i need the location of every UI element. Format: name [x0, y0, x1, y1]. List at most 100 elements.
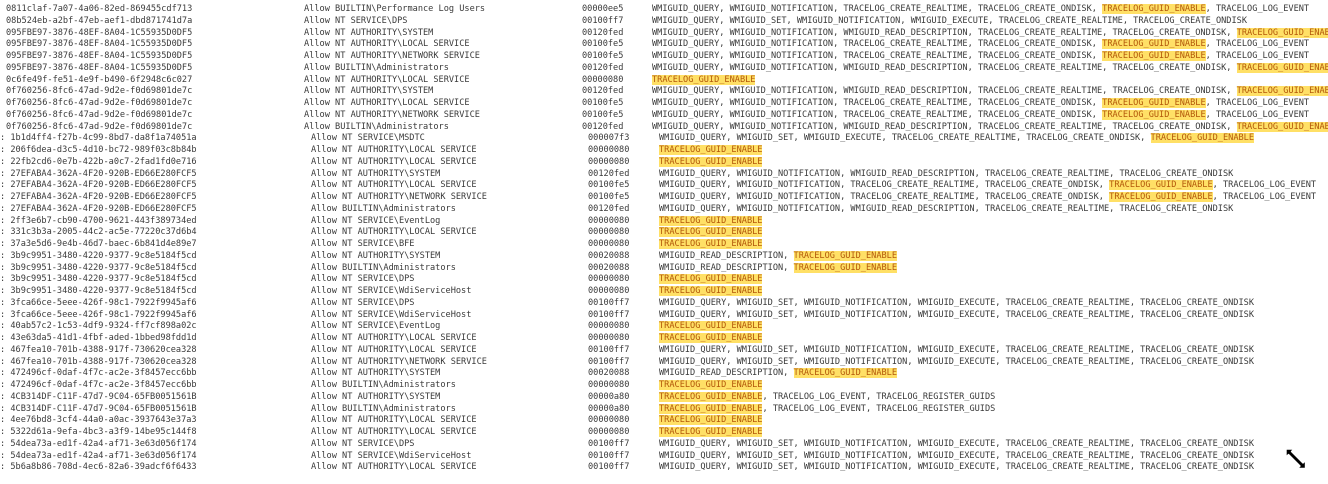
log-row[interactable]: : 472496cf-0daf-4f7c-ac2e-3f8457ecc6bb Al… [0, 367, 1328, 379]
log-row[interactable]: : 4CB314DF-C11F-47d7-9C04-65FB0051561B Al… [0, 391, 1328, 403]
search-highlight: TRACELOG_GUID_ENABLE [1102, 39, 1206, 50]
log-row[interactable]: : 27EFABA4-362A-4F20-920B-ED66E280FCF5 Al… [0, 191, 1328, 203]
log-row[interactable]: 0f760256-8fc6-47ad-9d2e-f0d69801de7c Allo… [0, 97, 1328, 109]
permissions-cell: WMIGUID_QUERY, WMIGUID_NOTIFICATION, WMI… [659, 168, 1234, 179]
permissions-cell: TRACELOG_GUID_ENABLE, TRACELOG_LOG_EVENT… [659, 391, 996, 402]
search-highlight: TRACELOG_GUID_ENABLE [659, 239, 763, 249]
access-mask-cell: 00100fe5 [582, 51, 624, 61]
guid-cell: 0f760256-8fc6-47ad-9d2e-f0d69801de7c [6, 98, 193, 108]
search-highlight: TRACELOG_GUID_ENABLE [652, 74, 756, 85]
guid-cell: : 2ff3e6b7-cb90-4700-9621-443f389734ed [0, 215, 197, 226]
log-row[interactable]: : 37a3e5d6-9e4b-46d7-baec-6b841d4e89e7 Al… [0, 238, 1328, 250]
account-cell: Allow NT SERVICE\DPS [304, 15, 408, 26]
log-row[interactable]: : 467fea10-701b-4388-917f-730620cea328 Al… [0, 356, 1328, 368]
log-row[interactable]: : 54dea73a-ed1f-42a4-af71-3e63d056f174 Al… [0, 438, 1328, 450]
log-row[interactable]: : 472496cf-0daf-4f7c-ac2e-3f8457ecc6bb Al… [0, 379, 1328, 391]
account-cell: Allow NT SERVICE\BFE [311, 239, 415, 249]
permissions-cell: TRACELOG_GUID_ENABLE [659, 215, 1328, 227]
guid-cell: : 472496cf-0daf-4f7c-ac2e-3f8457ecc6bb [0, 368, 197, 379]
guid-cell: : 3b9c9951-3480-4220-9377-9c8e5184f5cd [0, 250, 197, 261]
log-row[interactable]: 095FBE97-3876-48EF-8A04-1C55935D0DF5 Allo… [0, 38, 1328, 50]
log-row[interactable]: : 27EFABA4-362A-4F20-920B-ED66E280FCF5 Al… [0, 168, 1328, 180]
account-cell: Allow NT AUTHORITY\SYSTEM [311, 250, 441, 261]
permissions-cell: TRACELOG_GUID_ENABLE [659, 144, 1328, 156]
account-cell: Allow NT AUTHORITY\LOCAL SERVICE [311, 145, 477, 155]
log-row[interactable]: 0f760256-8fc6-47ad-9d2e-f0d69801de7c Allo… [0, 85, 1328, 97]
log-row[interactable]: : 4CB314DF-C11F-47d7-9C04-65FB0051561B Al… [0, 403, 1328, 415]
access-mask-cell: 00100ff7 [588, 356, 630, 367]
guid-cell: : 3b9c9951-3480-4220-9377-9c8e5184f5cd [0, 286, 197, 296]
guid-cell: 0811claf-7a07-4a06-82ed-869455cdf713 [6, 4, 193, 14]
log-row[interactable]: : 5322d61a-9efa-4bc3-a3f9-14be95c144f8 Al… [0, 426, 1328, 438]
log-row[interactable]: : 43e63da5-41d1-4fbf-aded-1bbed98fdd1d Al… [0, 332, 1328, 344]
log-row[interactable]: : 27EFABA4-362A-4F20-920B-ED66E280FCF5 Al… [0, 179, 1328, 191]
log-row[interactable]: 0811claf-7a07-4a06-82ed-869455cdf713 Allo… [0, 3, 1328, 15]
access-mask-cell: 00020088 [588, 262, 630, 273]
log-row[interactable]: : 54dea73a-ed1f-42a4-af71-3e63d056f174 Al… [0, 450, 1328, 462]
permissions-cell: WMIGUID_QUERY, WMIGUID_NOTIFICATION, WMI… [652, 62, 1328, 74]
guid-cell: 0c6fe49f-fe51-4e9f-b490-6f2948c6c027 [6, 74, 193, 85]
access-mask-cell: 00100ff7 [588, 462, 630, 473]
access-mask-cell: 00120fed [582, 27, 624, 38]
log-row[interactable]: 08b524eb-a2bf-47eb-aef1-dbd871741d7a Allo… [0, 15, 1328, 27]
access-mask-cell: 00000080 [588, 215, 630, 226]
access-mask-cell: 00100ff7 [588, 450, 630, 461]
log-row[interactable]: : 40ab57c2-1c53-4df9-9324-ff7cf898a02c Al… [0, 320, 1328, 332]
permissions-cell: WMIGUID_QUERY, WMIGUID_SET, WMIGUID_NOTI… [659, 356, 1254, 367]
log-row[interactable]: 095FBE97-3876-48EF-8A04-1C55935D0DF5 Allo… [0, 50, 1328, 62]
log-row[interactable]: : 467fea10-701b-4388-917f-730620cea328 Al… [0, 344, 1328, 356]
access-mask-cell: 00100fe5 [588, 180, 630, 191]
account-cell: Allow NT AUTHORITY\SYSTEM [311, 391, 441, 402]
log-row[interactable]: 095FBE97-3876-48EF-8A04-1C55935D0DF5 Allo… [0, 27, 1328, 39]
guid-cell: 0f760256-8fc6-47ad-9d2e-f0d69801de7c [6, 109, 193, 120]
log-row[interactable]: : 2ff3e6b7-cb90-4700-9621-443f389734ed Al… [0, 215, 1328, 227]
search-highlight: TRACELOG_GUID_ENABLE [1102, 51, 1206, 61]
log-row[interactable]: 095FBE97-3876-48EF-8A04-1C55935D0DF5 Allo… [0, 62, 1328, 74]
permissions-cell: TRACELOG_GUID_ENABLE [652, 74, 1328, 86]
log-row[interactable]: : 206f6dea-d3c5-4d10-bc72-989f03c8b84b Al… [0, 144, 1328, 156]
account-cell: Allow BUILTIN\Administrators [304, 62, 449, 73]
access-mask-cell: 00000080 [588, 274, 630, 285]
security-log-text-view[interactable]: 0811claf-7a07-4a06-82ed-869455cdf713 Allo… [0, 0, 1328, 484]
account-cell: Allow NT AUTHORITY\LOCAL SERVICE [311, 180, 477, 191]
access-mask-cell: 00000ee5 [582, 4, 624, 14]
permissions-cell: TRACELOG_GUID_ENABLE [659, 379, 1328, 391]
log-row[interactable]: : 331c3b3a-2005-44c2-ac5e-77220c37d6b4 Al… [0, 226, 1328, 238]
access-mask-cell: 00100fe5 [582, 109, 624, 120]
account-cell: Allow NT AUTHORITY\LOCAL SERVICE [311, 227, 477, 238]
account-cell: Allow NT AUTHORITY\SYSTEM [311, 368, 441, 379]
permissions-cell: TRACELOG_GUID_ENABLE, TRACELOG_LOG_EVENT… [659, 403, 996, 414]
log-row[interactable]: : 3b9c9951-3480-4220-9377-9c8e5184f5cd Al… [0, 285, 1328, 297]
permissions-cell: WMIGUID_QUERY, WMIGUID_NOTIFICATION, TRA… [652, 109, 1310, 120]
log-row[interactable]: : 3b9c9951-3480-4220-9377-9c8e5184f5cd Al… [0, 262, 1328, 274]
account-cell: Allow NT SERVICE\WdiServiceHost [311, 309, 472, 320]
log-row[interactable]: : 5b6a8b86-708d-4ec6-82a6-39adcf6f6433 Al… [0, 461, 1328, 473]
access-mask-cell: 00120fed [582, 62, 624, 73]
permissions-cell: TRACELOG_GUID_ENABLE [659, 426, 1328, 438]
access-mask-cell: 00000080 [588, 286, 630, 296]
log-row[interactable]: 0f760256-8fc6-47ad-9d2e-f0d69801de7c Allo… [0, 109, 1328, 121]
guid-cell: : 54dea73a-ed1f-42a4-af71-3e63d056f174 [0, 438, 197, 449]
access-mask-cell: 00000a80 [588, 403, 630, 414]
access-mask-cell: 00000080 [588, 321, 630, 332]
log-row[interactable]: : 22fb2cd6-0e7b-422b-a0c7-2fad1fd0e716 Al… [0, 156, 1328, 168]
guid-cell: 095FBE97-3876-48EF-8A04-1C55935D0DF5 [6, 51, 193, 61]
log-row[interactable]: : 1b1d4ff4-f27b-4c99-8bd7-da8f1a74051a Al… [0, 132, 1328, 144]
permissions-cell: WMIGUID_QUERY, WMIGUID_NOTIFICATION, TRA… [652, 4, 1310, 14]
guid-cell: : 206f6dea-d3c5-4d10-bc72-989f03c8b84b [0, 145, 197, 155]
log-row[interactable]: 0c6fe49f-fe51-4e9f-b490-6f2948c6c027 Allo… [0, 74, 1328, 86]
log-row[interactable]: : 27EFABA4-362A-4F20-920B-ED66E280FCF5 Al… [0, 203, 1328, 215]
guid-cell: : 3b9c9951-3480-4220-9377-9c8e5184f5cd [0, 274, 197, 285]
guid-cell: : 4ee76bd8-3cf4-44a0-a0ac-3937643e37a3 [0, 415, 197, 426]
search-highlight: TRACELOG_GUID_ENABLE [659, 227, 763, 238]
account-cell: Allow NT AUTHORITY\LOCAL SERVICE [304, 74, 470, 85]
search-highlight: TRACELOG_GUID_ENABLE [659, 427, 763, 437]
guid-cell: : 27EFABA4-362A-4F20-920B-ED66E280FCF5 [0, 168, 197, 179]
log-row[interactable]: 0f760256-8fc6-47ad-9d2e-f0d69801de7c Allo… [0, 121, 1328, 133]
permissions-cell: WMIGUID_QUERY, WMIGUID_SET, WMIGUID_NOTI… [659, 344, 1254, 355]
log-row[interactable]: : 3fca66ce-5eee-426f-98c1-7922f9945af6 Al… [0, 297, 1328, 309]
log-row[interactable]: : 3fca66ce-5eee-426f-98c1-7922f9945af6 Al… [0, 309, 1328, 321]
log-row[interactable]: : 3b9c9951-3480-4220-9377-9c8e5184f5cd Al… [0, 250, 1328, 262]
log-row[interactable]: : 4ee76bd8-3cf4-44a0-a0ac-3937643e37a3 Al… [0, 414, 1328, 426]
log-row[interactable]: : 3b9c9951-3480-4220-9377-9c8e5184f5cd Al… [0, 273, 1328, 285]
